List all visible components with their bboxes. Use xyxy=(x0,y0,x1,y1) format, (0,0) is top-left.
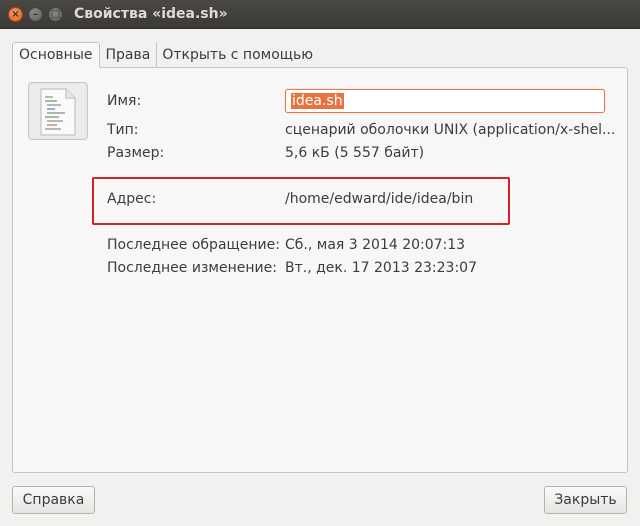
name-field-value[interactable]: idea.sh xyxy=(291,93,344,109)
title-bar[interactable]: × – □ Свойства «idea.sh» xyxy=(0,0,640,29)
size-label: Размер: xyxy=(107,145,165,161)
modified-value: Вт., дек. 17 2013 23:23:07 xyxy=(285,260,477,276)
tab-bar: Основные Права Открыть с помощью xyxy=(12,42,319,68)
name-label: Имя: xyxy=(107,93,142,109)
type-label: Тип: xyxy=(107,122,139,138)
size-value: 5,6 кБ (5 557 байт) xyxy=(285,145,425,161)
location-label: Адрес: xyxy=(107,191,157,207)
minimize-window-icon[interactable]: – xyxy=(28,7,43,22)
location-value: /home/edward/ide/idea/bin xyxy=(285,191,474,207)
modified-label: Последнее изменение: xyxy=(107,260,277,276)
tab-basic[interactable]: Основные xyxy=(12,42,100,68)
accessed-value: Сб., мая 3 2014 20:07:13 xyxy=(285,237,466,253)
accessed-label: Последнее обращение: xyxy=(107,237,280,253)
name-field[interactable]: idea.sh xyxy=(285,89,605,113)
maximize-window-icon[interactable]: □ xyxy=(48,7,63,22)
shell-script-file-icon xyxy=(28,82,88,140)
window-title: Свойства «idea.sh» xyxy=(74,6,228,22)
close-window-icon[interactable]: × xyxy=(8,7,23,22)
properties-dialog: × – □ Свойства «idea.sh» Основные Права … xyxy=(0,0,640,526)
help-button[interactable]: Справка xyxy=(12,486,95,514)
tab-open-with[interactable]: Открыть с помощью xyxy=(156,42,319,68)
tab-permissions[interactable]: Права xyxy=(100,42,157,68)
close-button[interactable]: Закрыть xyxy=(544,486,627,514)
type-value: сценарий оболочки UNIX (application/x-sh… xyxy=(285,122,616,138)
